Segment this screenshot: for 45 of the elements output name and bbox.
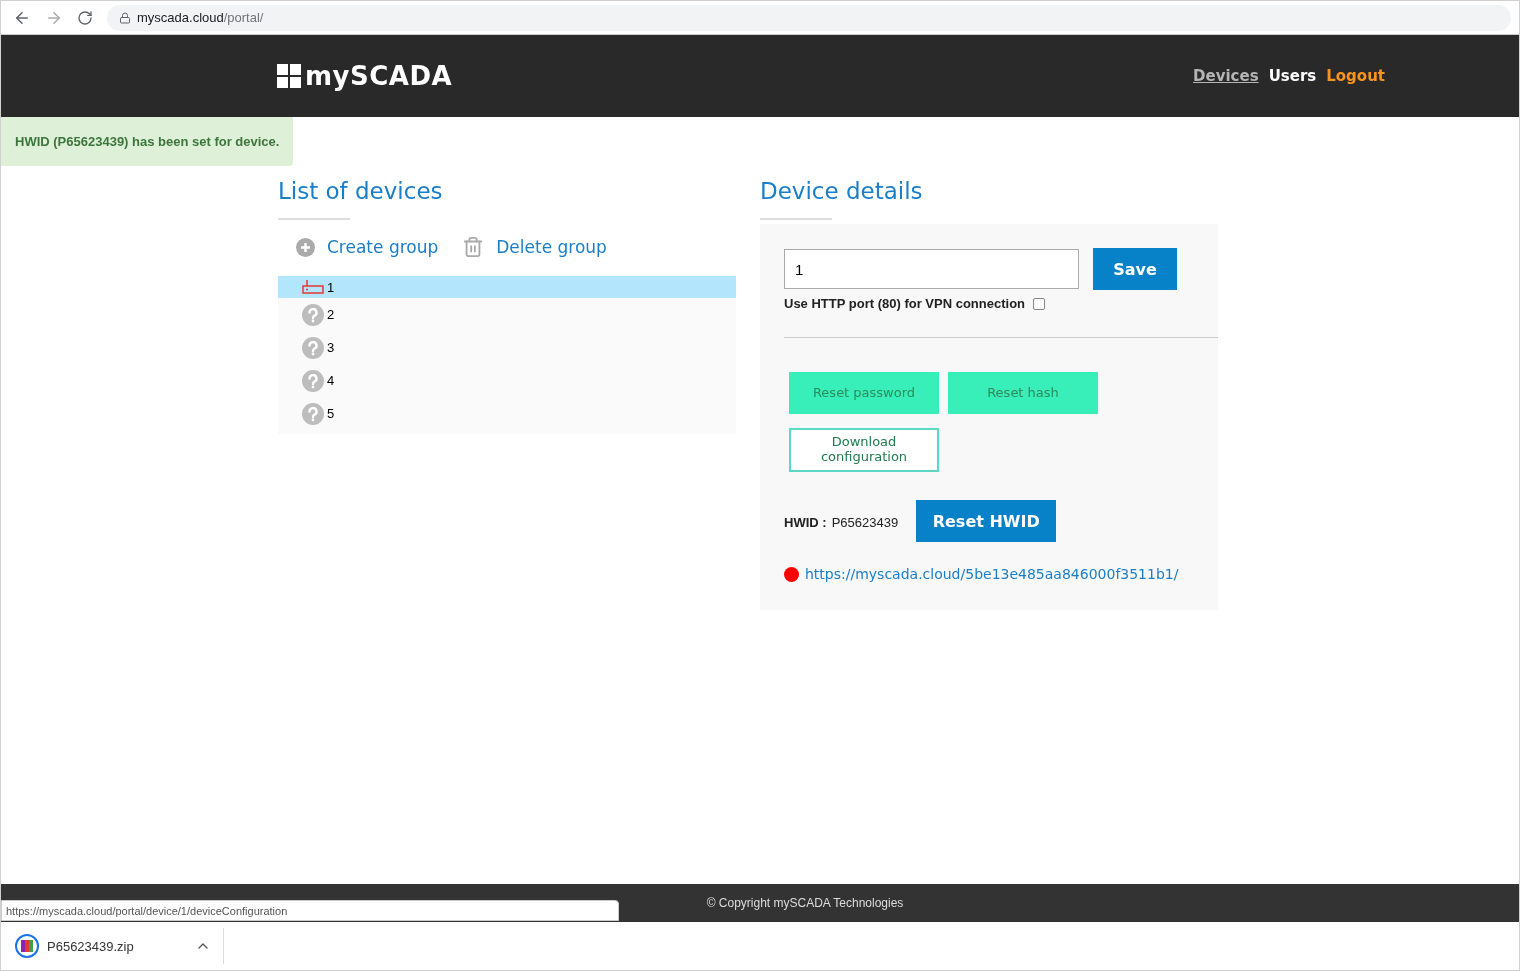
http-port-checkbox[interactable] [1033,297,1045,310]
question-icon [302,336,324,359]
checkbox-label: Use HTTP port (80) for VPN connection [784,296,1025,311]
device-name: 2 [327,307,335,322]
archive-icon [15,934,39,958]
plus-icon [296,237,315,257]
hwid-value: P65623439 [831,514,899,530]
device-name: 5 [327,406,335,421]
device-row[interactable]: 4 [278,364,736,397]
device-name-field[interactable]: 1 [784,249,1079,289]
address-bar[interactable]: myscada.cloud/portal/ [107,4,1511,31]
question-icon [302,303,324,326]
device-name: 4 [327,373,335,388]
url-host: myscada.cloud [137,10,224,25]
router-icon [302,280,324,294]
device-row[interactable]: 5 [278,397,736,430]
copyright-text: © Copyright mySCADA Technologies [706,896,904,910]
question-icon [302,369,324,392]
device-row[interactable]: 1 [278,276,736,298]
status-url-tooltip: https://myscada.cloud/portal/device/1/deviceConfiguration [1,900,619,921]
download-item[interactable]: P65623439.zip [1,928,224,964]
url-path: /portal/ [223,10,264,25]
device-name: 1 [327,279,335,295]
section-title: List of devices [278,178,444,204]
question-icon [302,402,324,425]
download-button[interactable]: Download configuration [789,428,939,472]
device-row[interactable]: 2 [278,298,736,331]
section-title: Device details [760,178,924,204]
hwid-label: HWID : [784,514,827,530]
create-group-link[interactable]: Create group [296,236,439,258]
nav-link[interactable]: Devices [1193,67,1259,85]
save-button[interactable]: Save [1093,248,1177,290]
nav-link[interactable]: Logout [1326,67,1385,85]
nav-link[interactable]: Users [1268,67,1317,85]
logo-text: mySCADA [305,61,453,91]
device-row[interactable]: 3 [278,331,736,364]
logo-squares-icon [277,64,301,88]
delete-group-link[interactable]: Delete group [462,236,607,258]
reset-hwid-button[interactable]: Reset HWID [916,500,1057,542]
trash-icon [462,236,485,258]
lock-icon [119,11,131,24]
device-url-link[interactable]: https://myscada.cloud/5be13e485aa846000f3511b1/ [805,566,1179,582]
device-name: 3 [327,340,335,355]
reload-icon[interactable] [77,9,93,26]
success-alert: HWID (P65623439) has been set for device. [1,117,294,166]
